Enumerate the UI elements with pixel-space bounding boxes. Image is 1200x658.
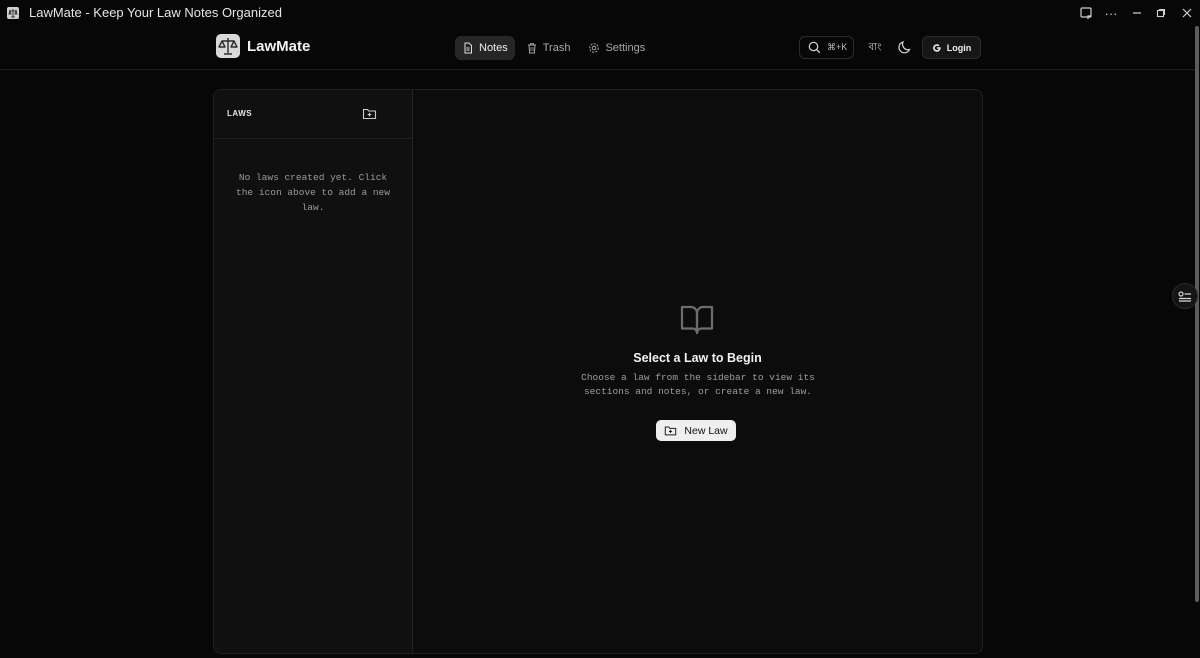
- laws-sidebar: LAWS No laws created yet. Click the icon…: [214, 90, 413, 653]
- window-title: LawMate - Keep Your Law Notes Organized: [29, 5, 282, 20]
- main-content: Select a Law to Begin Choose a law from …: [413, 90, 982, 653]
- workspace-panel: LAWS No laws created yet. Click the icon…: [213, 89, 983, 654]
- sidebar-empty-message: No laws created yet. Click the icon abov…: [236, 172, 390, 213]
- nav-trash[interactable]: Trash: [519, 36, 578, 60]
- nav-trash-label: Trash: [542, 42, 571, 54]
- empty-state-title: Select a Law to Begin: [633, 351, 762, 365]
- login-button[interactable]: Login: [922, 36, 981, 59]
- sidebar-header: LAWS: [214, 90, 412, 139]
- search-shortcut: ⌘+K: [827, 42, 848, 52]
- language-toggle[interactable]: বাং: [868, 40, 882, 56]
- google-icon: [932, 43, 941, 52]
- search-button[interactable]: ⌘+K: [799, 36, 854, 59]
- new-law-label: New Law: [684, 424, 728, 437]
- new-law-button[interactable]: New Law: [656, 420, 736, 441]
- toggle-list-icon: [1178, 291, 1191, 302]
- gear-icon: [589, 43, 600, 53]
- more-options-button[interactable]: ···: [1101, 4, 1121, 22]
- folder-plus-icon: [665, 426, 677, 436]
- book-open-icon: [680, 305, 714, 335]
- more-icon: ···: [1104, 5, 1118, 21]
- search-icon: [808, 41, 821, 54]
- minimize-button[interactable]: [1127, 4, 1147, 22]
- minimize-icon: [1133, 12, 1141, 14]
- close-button[interactable]: [1177, 4, 1197, 22]
- nav-notes-label: Notes: [479, 42, 508, 54]
- file-text-icon: [464, 42, 472, 54]
- trash-icon: [527, 43, 536, 54]
- folder-plus-icon[interactable]: [362, 106, 377, 121]
- cast-button[interactable]: [1076, 4, 1096, 22]
- sidebar-title: LAWS: [227, 109, 253, 118]
- app-header: LawMate Notes Trash Settings ⌘+K বাং Log…: [0, 27, 1195, 70]
- app-icon: [7, 7, 19, 19]
- empty-state-description: Choose a law from the sidebar to view it…: [581, 372, 815, 397]
- page-scrollbar[interactable]: [1195, 26, 1199, 602]
- scales-logo-icon: [216, 34, 240, 58]
- brand-name[interactable]: LawMate: [247, 38, 310, 55]
- window-titlebar: LawMate - Keep Your Law Notes Organized …: [0, 0, 1200, 26]
- nav-settings[interactable]: Settings: [581, 36, 652, 60]
- cast-icon: [1080, 7, 1092, 19]
- moon-icon[interactable]: [897, 39, 913, 55]
- restore-icon: [1156, 8, 1166, 18]
- main-nav: Notes Trash Settings: [455, 36, 652, 60]
- login-label: Login: [946, 42, 972, 53]
- floating-panel-toggle[interactable]: [1172, 283, 1198, 309]
- close-icon: [1182, 8, 1192, 18]
- nav-notes[interactable]: Notes: [455, 36, 515, 60]
- nav-settings-label: Settings: [605, 42, 646, 54]
- restore-button[interactable]: [1151, 4, 1171, 22]
